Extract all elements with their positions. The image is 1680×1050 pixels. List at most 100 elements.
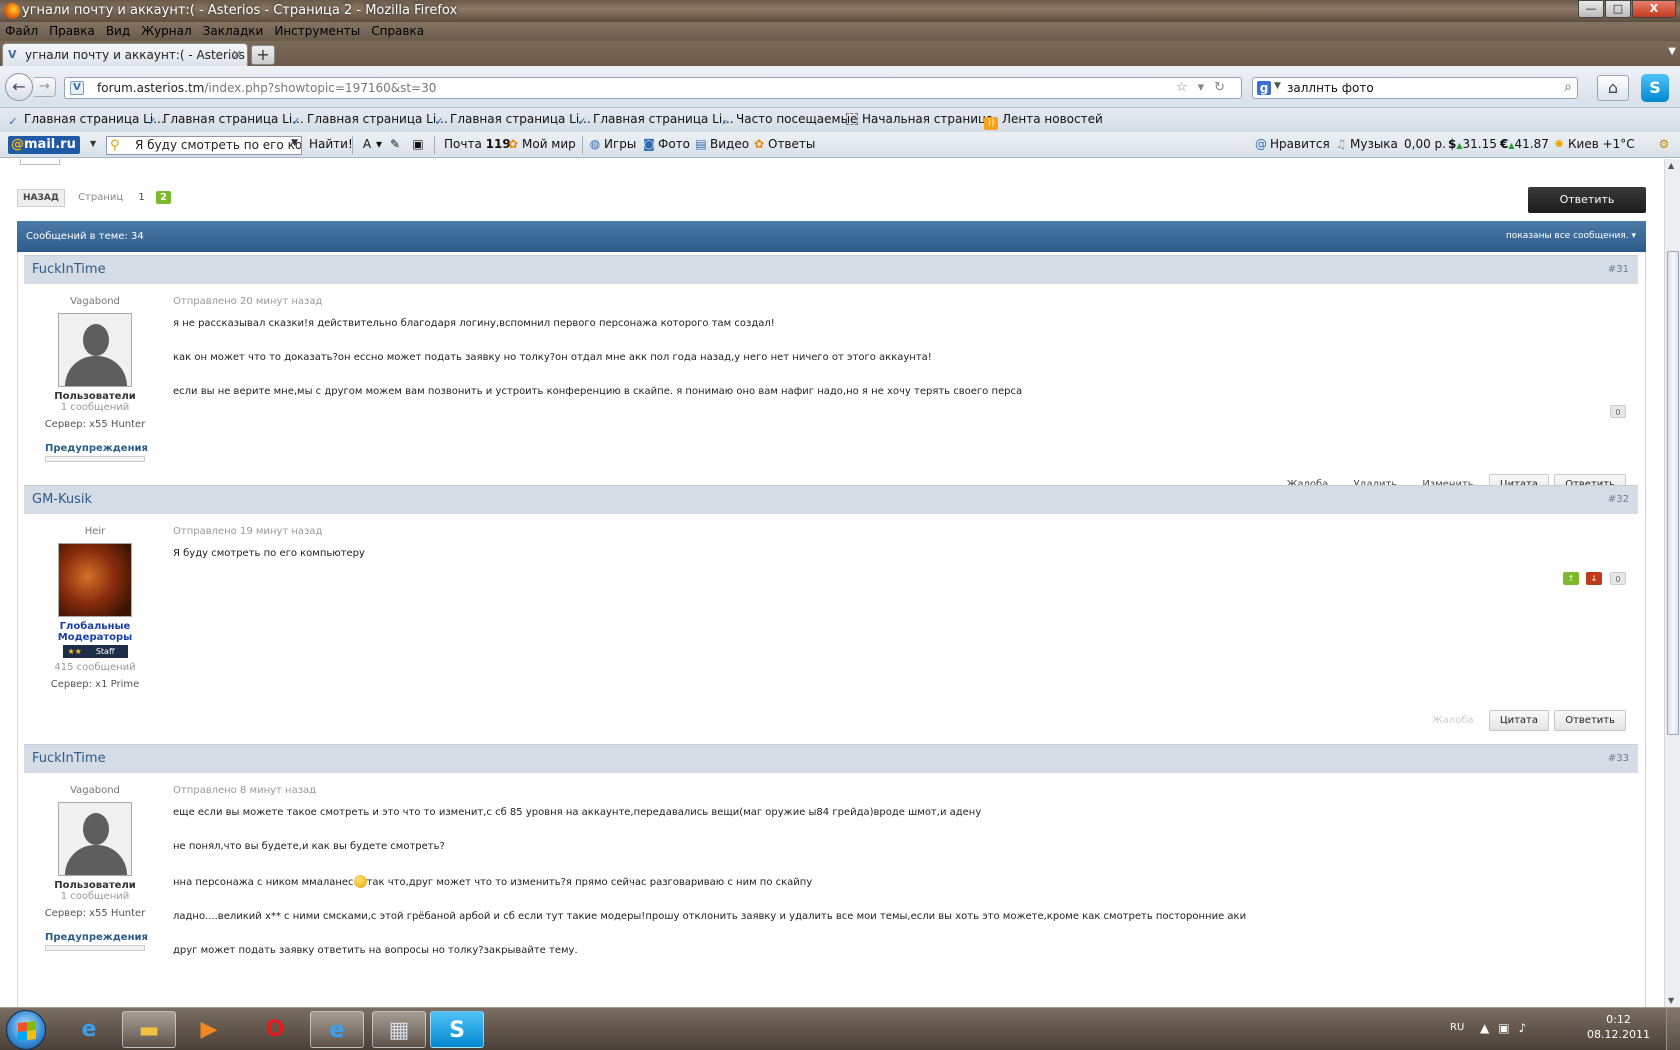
chevron-down-icon[interactable]: ▼ xyxy=(90,139,96,148)
mail-link[interactable]: Почта 119 xyxy=(444,137,511,151)
music-link[interactable]: ♫ Музыка xyxy=(1334,137,1398,151)
rep-up-button[interactable]: ↑ xyxy=(1563,572,1579,585)
eur-rate[interactable]: €▲41.87 xyxy=(1500,137,1549,151)
menu-bookmarks[interactable]: Закладки xyxy=(198,23,269,39)
reload-icon[interactable]: ↻ xyxy=(1214,80,1235,95)
language-indicator[interactable]: RU xyxy=(1450,1022,1464,1033)
like-link[interactable]: @ Нравится xyxy=(1254,137,1330,151)
page-scrollbar[interactable]: ▲ ▼ xyxy=(1664,159,1680,1007)
network-icon[interactable]: ▣ xyxy=(1498,1021,1518,1035)
maximize-button[interactable]: □ xyxy=(1605,0,1631,18)
show-hidden-icon[interactable]: ▲ xyxy=(1480,1021,1498,1035)
search-input[interactable]: заллнть фото xyxy=(1287,81,1374,95)
home-button[interactable]: ⌂ xyxy=(1597,75,1629,101)
weather[interactable]: ✹ Киев +1°С xyxy=(1552,137,1635,151)
opera-icon[interactable]: O xyxy=(248,1011,302,1048)
post-author-link[interactable]: FuckInTime xyxy=(32,262,106,277)
menu-help[interactable]: Справка xyxy=(366,23,429,39)
skype-taskbar-icon[interactable]: S xyxy=(430,1011,484,1048)
warnings-link[interactable]: Предупреждения xyxy=(45,932,148,943)
photo-link[interactable]: ◙ Фото xyxy=(642,137,690,151)
post-number-link[interactable]: #31 xyxy=(1608,264,1629,275)
avatar[interactable] xyxy=(58,313,132,387)
google-icon[interactable]: g xyxy=(1257,81,1271,95)
menu-edit[interactable]: Правка xyxy=(44,23,100,39)
post-author-link[interactable]: GM-Kusik xyxy=(32,492,92,507)
mailru-search-input[interactable]: ⚲ Я буду смотреть по его ком ▼ xyxy=(106,136,302,155)
firefox-taskbar-icon[interactable]: ▦ xyxy=(372,1011,426,1048)
taskbar: e ▬ ▶ O e ▦ S RU ▲▣♪ 0:12 08.12.2011 xyxy=(0,1007,1680,1050)
media-player-icon[interactable]: ▶ xyxy=(182,1011,236,1048)
search-engine-dropdown-icon[interactable]: ▼ xyxy=(1274,81,1281,91)
post-number-link[interactable]: #33 xyxy=(1608,753,1629,764)
site-identity-icon[interactable]: V xyxy=(70,81,84,95)
search-bar[interactable]: g ▼ заллнть фото ⌕ xyxy=(1252,77,1578,99)
internet-explorer-icon[interactable]: e xyxy=(310,1011,364,1048)
myworld-link[interactable]: ✿ Мой мир xyxy=(506,137,576,151)
bookmark-item[interactable]: Начальная страница xyxy=(846,112,994,126)
tab-list-icon[interactable]: ▼ xyxy=(1668,46,1676,57)
post-number-link[interactable]: #32 xyxy=(1608,494,1629,505)
forward-button[interactable]: → xyxy=(34,77,56,97)
post-filter-dropdown[interactable]: показаны все сообщения. ▾ xyxy=(1506,231,1636,241)
page-link-1[interactable]: 1 xyxy=(138,192,144,203)
balance[interactable]: 0,00 р. xyxy=(1404,137,1446,151)
tab-close-icon[interactable]: × xyxy=(232,47,242,61)
url-bar[interactable]: V forum.asterios.tm/index.php?showtopic=… xyxy=(64,77,1242,99)
back-button[interactable]: ← xyxy=(5,73,33,101)
scrollbar-thumb[interactable] xyxy=(1667,251,1679,735)
url-text[interactable]: forum.asterios.tm/index.php?showtopic=19… xyxy=(97,81,436,95)
clock[interactable]: 0:12 08.12.2011 xyxy=(1587,1012,1650,1042)
search-icon[interactable]: ⌕ xyxy=(1564,79,1572,95)
tab-active[interactable]: V угнали почту и аккаунт:( - Asterios - … xyxy=(2,43,248,66)
reply-button[interactable]: Ответить xyxy=(1528,187,1646,213)
games-link[interactable]: ◍ Игры xyxy=(588,137,637,151)
bookmark-item[interactable]: ✓ Главная страница Li... xyxy=(575,112,733,128)
menu-tools[interactable]: Инструменты xyxy=(269,23,365,39)
scroll-down-icon[interactable]: ▼ xyxy=(1668,996,1674,1005)
mailru-logo[interactable]: @mail.ru xyxy=(8,136,80,154)
like-icon: @ xyxy=(1255,137,1267,151)
internet-explorer-icon[interactable]: e xyxy=(62,1011,116,1048)
translate-icon[interactable]: ▣ xyxy=(411,137,427,151)
bookmark-item[interactable]: ✓ Главная страница Li... xyxy=(432,112,590,128)
usd-rate[interactable]: $▲31.15 xyxy=(1448,137,1497,151)
bookmark-item[interactable]: )) Лента новостей xyxy=(984,112,1103,130)
previous-post-avatar xyxy=(20,159,60,165)
find-button[interactable]: Найти! xyxy=(309,137,353,151)
menu-file[interactable]: Файл xyxy=(0,23,43,39)
video-link[interactable]: ▤ Видео xyxy=(694,137,749,151)
avatar[interactable] xyxy=(58,543,132,617)
new-tab-button[interactable]: + xyxy=(251,45,275,65)
answers-link[interactable]: ✿ Ответы xyxy=(752,137,815,151)
pages-label: Страниц xyxy=(78,192,124,203)
star-icon[interactable]: ☆ xyxy=(1176,80,1198,95)
menu-history[interactable]: Журнал xyxy=(136,23,197,39)
show-desktop-button[interactable] xyxy=(1666,1008,1680,1050)
quote-button[interactable]: Цитата xyxy=(1488,710,1550,731)
post-author-link[interactable]: FuckInTime xyxy=(32,751,106,766)
bookmark-item[interactable]: ✓ Главная страница Li... xyxy=(289,112,447,128)
start-button[interactable] xyxy=(6,1010,46,1050)
reply-post-button[interactable]: Ответить xyxy=(1554,710,1626,731)
bookmark-item[interactable]: ⌕ Часто посещаемые xyxy=(718,112,858,128)
scroll-up-icon[interactable]: ▲ xyxy=(1668,161,1674,170)
rep-down-button[interactable]: ↓ xyxy=(1586,572,1602,585)
dropdown-icon[interactable]: ▾ xyxy=(1198,80,1215,95)
bookmark-item[interactable]: ✓ Главная страница Li... xyxy=(6,112,164,128)
avatar[interactable] xyxy=(58,802,132,876)
gear-icon[interactable]: ⚙ xyxy=(1657,137,1673,151)
explorer-folder-icon[interactable]: ▬ xyxy=(122,1011,176,1048)
volume-icon[interactable]: ♪ xyxy=(1519,1021,1536,1035)
minimize-button[interactable]: — xyxy=(1578,0,1604,18)
bookmark-item[interactable]: ✓ Главная страница Li... xyxy=(145,112,303,128)
menu-view[interactable]: Вид xyxy=(101,23,135,39)
close-button[interactable]: X xyxy=(1632,0,1676,18)
font-size-icon[interactable]: A ▾ xyxy=(360,137,382,151)
chevron-down-icon[interactable]: ▼ xyxy=(291,138,298,148)
highlight-icon[interactable]: ✎ xyxy=(388,137,404,151)
back-button[interactable]: НАЗАД xyxy=(17,189,65,207)
warnings-link[interactable]: Предупреждения xyxy=(45,443,148,454)
skype-icon[interactable]: S xyxy=(1641,74,1669,102)
page-current-2: 2 xyxy=(155,191,171,204)
